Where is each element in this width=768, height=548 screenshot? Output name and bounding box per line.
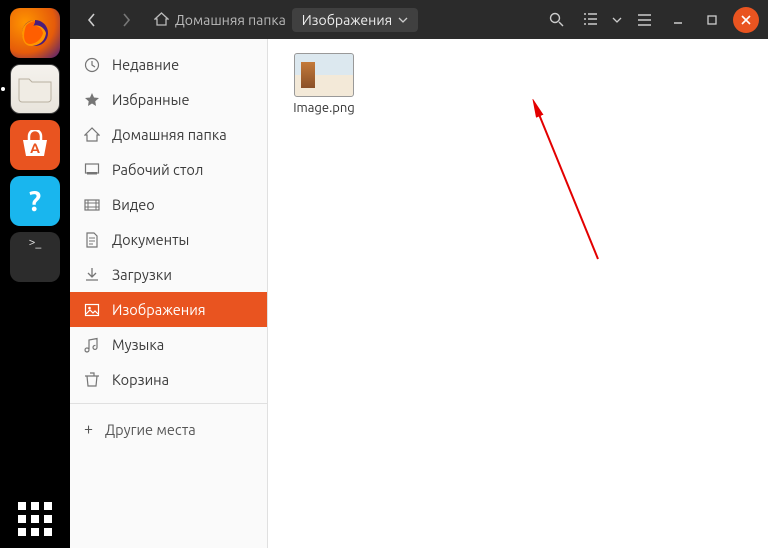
sidebar-item-trash[interactable]: Корзина bbox=[70, 362, 267, 397]
menu-button[interactable] bbox=[628, 6, 660, 34]
file-manager-window: Домашняя папка Изображения bbox=[70, 0, 768, 548]
minimize-button[interactable] bbox=[665, 7, 691, 33]
sidebar-label: Недавние bbox=[112, 56, 179, 73]
sidebar-label: Изображения bbox=[112, 301, 206, 318]
sidebar-item-pictures[interactable]: Изображения bbox=[70, 292, 267, 327]
sidebar-label: Избранные bbox=[112, 91, 189, 108]
list-icon bbox=[583, 13, 598, 26]
download-icon bbox=[84, 267, 100, 283]
sidebar-label: Видео bbox=[112, 196, 155, 213]
star-icon bbox=[84, 92, 100, 108]
home-icon bbox=[84, 127, 100, 143]
sidebar: Недавние Избранные Домашняя папка Рабочи… bbox=[70, 39, 268, 548]
sidebar-item-home[interactable]: Домашняя папка bbox=[70, 117, 267, 152]
document-icon bbox=[84, 232, 100, 248]
video-icon bbox=[84, 197, 100, 213]
dock-software[interactable]: A bbox=[10, 120, 60, 170]
sidebar-item-downloads[interactable]: Загрузки bbox=[70, 257, 267, 292]
chevron-right-icon bbox=[121, 13, 131, 27]
plus-icon: + bbox=[84, 420, 93, 438]
folder-icon bbox=[17, 75, 53, 103]
sidebar-label: Корзина bbox=[112, 371, 169, 388]
caret-down-icon bbox=[398, 17, 408, 23]
maximize-icon bbox=[707, 15, 717, 25]
window-body: Недавние Избранные Домашняя папка Рабочи… bbox=[70, 39, 768, 548]
dock: A ? >_ bbox=[0, 0, 70, 548]
sidebar-item-starred[interactable]: Избранные bbox=[70, 82, 267, 117]
file-name-label: Image.png bbox=[293, 101, 355, 115]
music-icon bbox=[84, 337, 100, 353]
hamburger-icon bbox=[637, 14, 652, 26]
sidebar-label: Домашняя папка bbox=[112, 126, 227, 143]
software-icon: A bbox=[19, 130, 51, 160]
titlebar: Домашняя папка Изображения bbox=[70, 0, 768, 39]
dock-firefox[interactable] bbox=[10, 8, 60, 58]
sidebar-item-recent[interactable]: Недавние bbox=[70, 47, 267, 82]
sidebar-label: Другие места bbox=[105, 421, 196, 438]
sidebar-other-locations[interactable]: + Другие места bbox=[70, 410, 267, 448]
maximize-button[interactable] bbox=[699, 7, 725, 33]
dock-show-apps[interactable] bbox=[18, 502, 52, 536]
sidebar-label: Рабочий стол bbox=[112, 161, 203, 178]
home-icon bbox=[154, 12, 169, 27]
annotation-arrow bbox=[528, 99, 608, 269]
dock-files[interactable] bbox=[10, 64, 60, 114]
caret-down-icon bbox=[612, 17, 622, 23]
sidebar-label: Документы bbox=[112, 231, 189, 248]
file-thumbnail bbox=[294, 53, 354, 97]
help-icon: ? bbox=[29, 186, 41, 217]
sidebar-item-desktop[interactable]: Рабочий стол bbox=[70, 152, 267, 187]
view-list-button[interactable] bbox=[574, 6, 606, 34]
nav-forward-button[interactable] bbox=[110, 6, 142, 34]
breadcrumb: Домашняя папка Изображения bbox=[144, 8, 428, 32]
chevron-left-icon bbox=[87, 13, 97, 27]
sidebar-item-documents[interactable]: Документы bbox=[70, 222, 267, 257]
desktop-icon bbox=[84, 162, 100, 178]
breadcrumb-current-label: Изображения bbox=[302, 12, 392, 28]
breadcrumb-home[interactable]: Домашняя папка bbox=[175, 12, 286, 28]
sidebar-item-music[interactable]: Музыка bbox=[70, 327, 267, 362]
sidebar-label: Музыка bbox=[112, 336, 164, 353]
svg-text:A: A bbox=[30, 140, 40, 156]
clock-icon bbox=[84, 57, 100, 73]
sidebar-label: Загрузки bbox=[112, 266, 172, 283]
trash-icon bbox=[84, 372, 100, 388]
close-icon bbox=[741, 15, 751, 25]
nav-back-button[interactable] bbox=[76, 6, 108, 34]
content-area[interactable]: Image.png bbox=[268, 39, 768, 548]
terminal-icon: >_ bbox=[29, 236, 42, 249]
breadcrumb-current[interactable]: Изображения bbox=[292, 8, 418, 32]
minimize-icon bbox=[673, 15, 683, 25]
sidebar-item-videos[interactable]: Видео bbox=[70, 187, 267, 222]
search-icon bbox=[549, 12, 564, 27]
search-button[interactable] bbox=[540, 6, 572, 34]
file-item[interactable]: Image.png bbox=[286, 53, 362, 115]
dock-help[interactable]: ? bbox=[10, 176, 60, 226]
view-dropdown-button[interactable] bbox=[608, 6, 626, 34]
firefox-icon bbox=[18, 16, 52, 50]
close-button[interactable] bbox=[733, 7, 759, 33]
image-icon bbox=[84, 302, 100, 318]
dock-terminal[interactable]: >_ bbox=[10, 232, 60, 282]
sidebar-separator bbox=[70, 403, 267, 404]
